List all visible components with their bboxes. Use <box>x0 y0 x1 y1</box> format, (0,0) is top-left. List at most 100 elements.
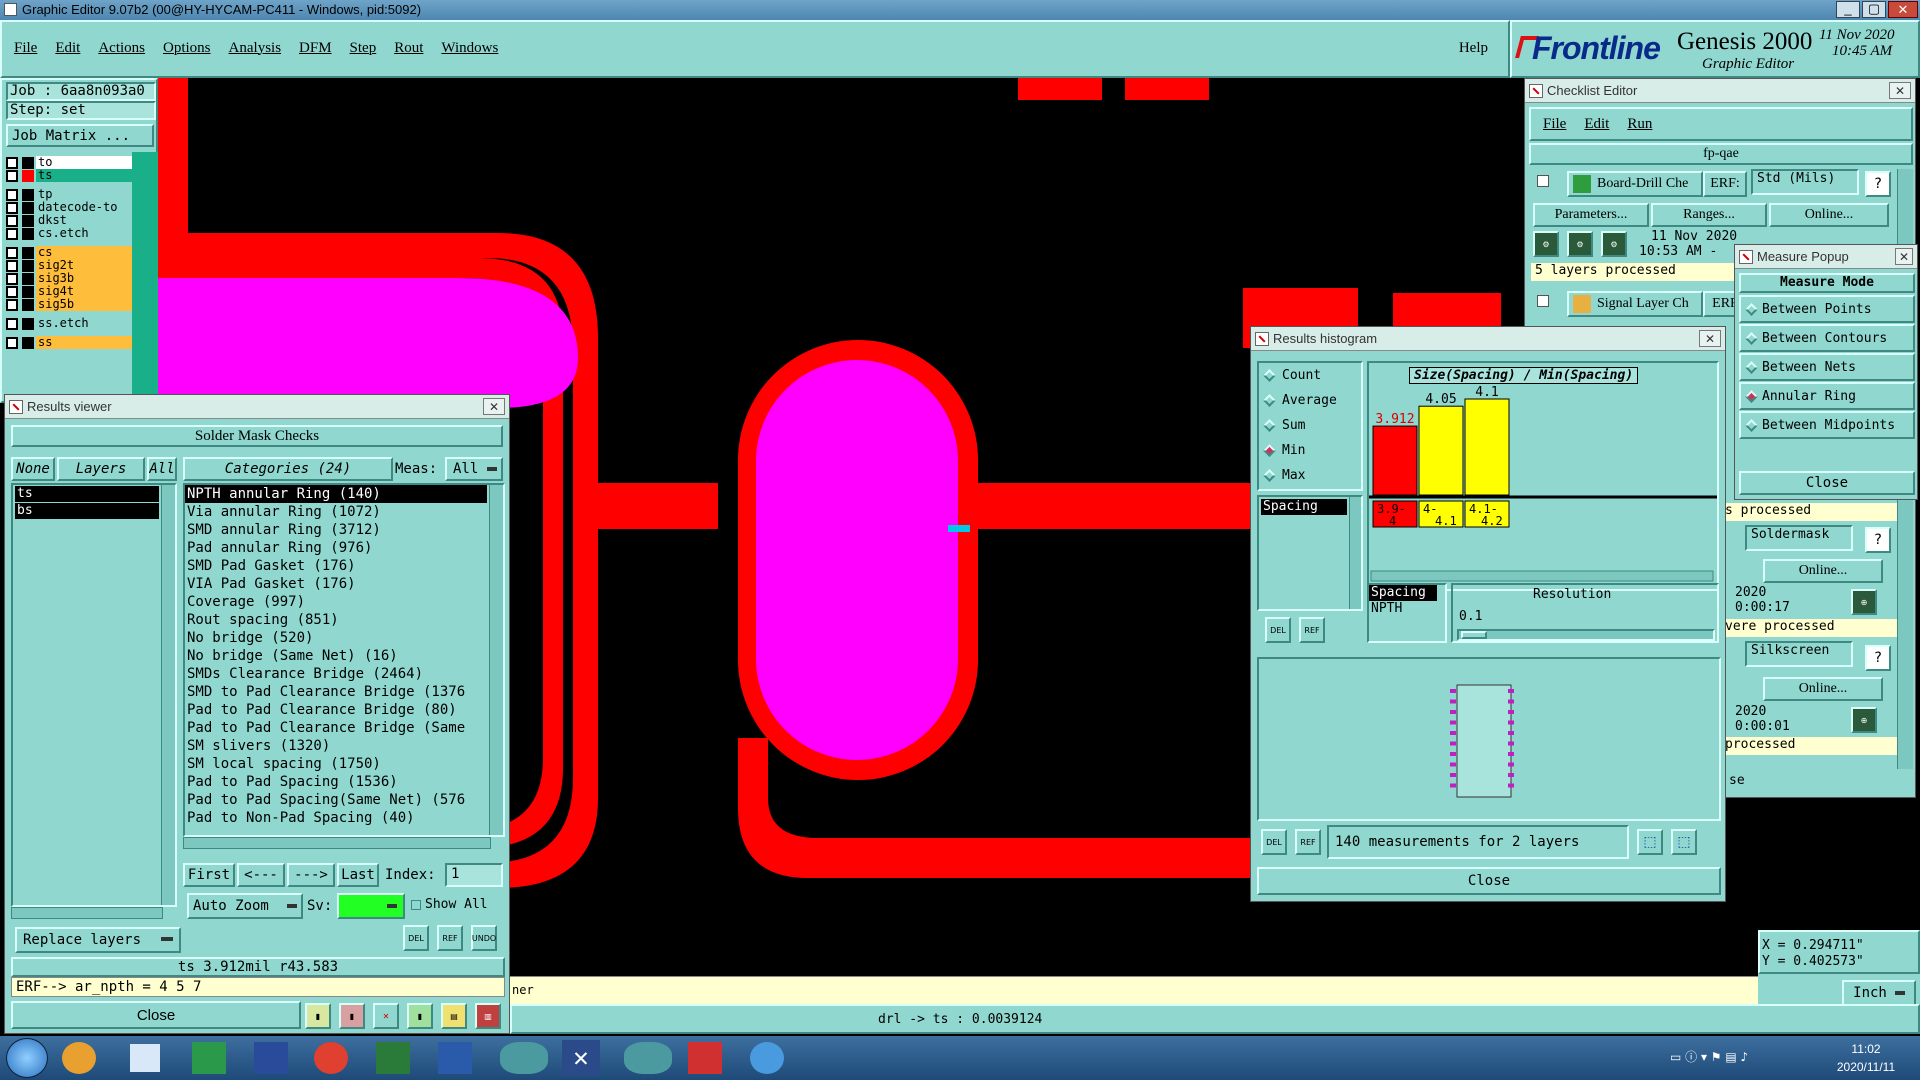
stat-option[interactable]: Min <box>1259 438 1361 463</box>
checklist-menu-file[interactable]: File <box>1543 116 1566 133</box>
layer-checkbox[interactable] <box>6 227 18 240</box>
checklist-menu-run[interactable]: Run <box>1627 116 1652 133</box>
taskbar-app-icon[interactable] <box>438 1042 472 1074</box>
close-icon[interactable]: ✕ <box>483 398 505 415</box>
minimize-button[interactable]: _ <box>1836 1 1860 18</box>
clock-date[interactable]: 2020/11/11 <box>1828 1060 1904 1074</box>
toolbar-icon-2[interactable]: ▮ <box>339 1003 365 1029</box>
run-icon[interactable]: ⚙ <box>1567 231 1593 257</box>
show-all-checkbox[interactable]: Show All <box>411 897 488 912</box>
category-item[interactable]: Pad to Pad Spacing(Same Net) (576 <box>185 791 487 809</box>
category-item[interactable]: Pad to Non-Pad Spacing (40) <box>185 809 487 827</box>
menu-edit[interactable]: Edit <box>55 40 80 57</box>
menu-step[interactable]: Step <box>350 40 377 57</box>
menu-dfm[interactable]: DFM <box>299 40 332 57</box>
category-item[interactable]: No bridge (520) <box>185 629 487 647</box>
zoom-icon[interactable]: ⊕ <box>1851 707 1877 733</box>
layer-checkbox[interactable] <box>6 317 18 330</box>
run-icon[interactable]: ⚙ <box>1601 231 1627 257</box>
undo-icon[interactable]: UNDO <box>471 925 497 951</box>
taskbar-app-icon[interactable] <box>624 1042 672 1074</box>
check-name-button[interactable]: Signal Layer Ch <box>1567 291 1703 317</box>
stat-option[interactable]: Sum <box>1259 413 1361 438</box>
help-icon[interactable]: ? <box>1865 527 1891 553</box>
del-icon[interactable]: DEL <box>403 925 429 951</box>
taskbar-app-icon[interactable] <box>254 1042 288 1074</box>
all-button[interactable]: All <box>147 457 177 481</box>
zoom-region-icon[interactable]: ⬚ <box>1671 829 1697 855</box>
none-button[interactable]: None <box>11 457 55 481</box>
ref-icon[interactable]: REF <box>437 925 463 951</box>
zoom-icon[interactable]: ⊕ <box>1851 589 1877 615</box>
measure-close-button[interactable]: Close <box>1739 471 1915 495</box>
parameters-button[interactable]: Parameters... <box>1533 203 1649 227</box>
layer-checkbox[interactable] <box>6 336 18 349</box>
category-item[interactable]: SMD to Pad Clearance Bridge (1376 <box>185 683 487 701</box>
results-close-button[interactable]: Close <box>11 1001 301 1029</box>
next-button[interactable]: ---> <box>287 863 335 887</box>
sv-color-select[interactable] <box>337 893 405 919</box>
measure-option[interactable]: Between Points <box>1739 295 1915 323</box>
units-select[interactable]: Inch <box>1842 980 1916 1006</box>
first-button[interactable]: First <box>183 863 235 887</box>
measure-option[interactable]: Annular Ring <box>1739 382 1915 410</box>
run-icon[interactable]: ⚙ <box>1533 231 1559 257</box>
category-item[interactable]: VIA Pad Gasket (176) <box>185 575 487 593</box>
scrollbar[interactable] <box>1349 497 1361 609</box>
taskbar-app-icon[interactable] <box>192 1042 226 1074</box>
taskbar-app-icon[interactable] <box>750 1042 784 1074</box>
category-item[interactable]: SM slivers (1320) <box>185 737 487 755</box>
slider-thumb[interactable] <box>1461 631 1487 639</box>
online-button[interactable]: Online... <box>1763 677 1883 701</box>
replace-layers-button[interactable]: Replace layers <box>15 927 181 953</box>
maximize-button[interactable]: ▢ <box>1862 1 1886 18</box>
meas-select[interactable]: All <box>445 457 503 481</box>
toolbar-icon-4[interactable]: ▮ <box>407 1003 433 1029</box>
menu-rout[interactable]: Rout <box>394 40 423 57</box>
zoom-region-icon[interactable]: ⬚ <box>1637 829 1663 855</box>
layer-checkbox[interactable] <box>6 272 18 285</box>
erf-button[interactable]: ERF: <box>1703 171 1747 197</box>
category-item[interactable]: Pad to Pad Clearance Bridge (Same <box>185 719 487 737</box>
category-item[interactable]: Pad to Pad Spacing (1536) <box>185 773 487 791</box>
scrollbar[interactable] <box>161 485 175 905</box>
last-button[interactable]: Last <box>337 863 379 887</box>
resolution-slider[interactable] <box>1457 629 1715 641</box>
toolbar-icon-6[interactable]: ▥ <box>475 1003 501 1029</box>
layer-checkbox[interactable] <box>6 188 18 201</box>
histogram-bar[interactable] <box>1372 425 1418 496</box>
layer-checkbox[interactable] <box>6 285 18 298</box>
category-item[interactable]: SMD annular Ring (3712) <box>185 521 487 539</box>
taskbar-app-icon[interactable] <box>500 1042 548 1074</box>
taskbar-app-icon[interactable] <box>130 1044 160 1072</box>
measure-option[interactable]: Between Contours <box>1739 324 1915 352</box>
layer-checkbox[interactable] <box>6 201 18 214</box>
del-icon[interactable]: DEL <box>1261 829 1287 855</box>
clock-time[interactable]: 11:02 <box>1836 1042 1896 1056</box>
online-button[interactable]: Online... <box>1763 559 1883 583</box>
toolbar-icon-1[interactable]: ▮ <box>305 1003 331 1029</box>
category-item[interactable]: Pad annular Ring (976) <box>185 539 487 557</box>
measure-option[interactable]: Between Nets <box>1739 353 1915 381</box>
stat-option[interactable]: Average <box>1259 388 1361 413</box>
category-item[interactable]: Coverage (997) <box>185 593 487 611</box>
online-button[interactable]: Online... <box>1769 203 1889 227</box>
category-item[interactable]: SM local spacing (1750) <box>185 755 487 773</box>
taskbar-app-icon[interactable] <box>314 1042 348 1074</box>
taskbar-app-icon[interactable] <box>376 1042 410 1074</box>
layer-checkbox[interactable] <box>6 246 18 259</box>
scrollbar[interactable] <box>489 485 503 835</box>
stat-list[interactable]: Spacing <box>1257 495 1363 611</box>
category-item[interactable]: NPTH annular Ring (140) <box>185 485 487 503</box>
close-button[interactable]: ✕ <box>1888 1 1918 18</box>
toolbar-icon-3[interactable]: ✕ <box>373 1003 399 1029</box>
layer-item[interactable]: ts <box>15 486 159 502</box>
measure-option[interactable]: Between Midpoints <box>1739 411 1915 439</box>
ref-icon[interactable]: REF <box>1295 829 1321 855</box>
del-icon[interactable]: DEL <box>1265 617 1291 643</box>
h-scrollbar[interactable] <box>11 907 163 919</box>
menu-help[interactable]: Help <box>1459 40 1488 57</box>
toolbar-icon-5[interactable]: ▤ <box>441 1003 467 1029</box>
start-button[interactable] <box>6 1038 48 1078</box>
category-item[interactable]: Via annular Ring (1072) <box>185 503 487 521</box>
